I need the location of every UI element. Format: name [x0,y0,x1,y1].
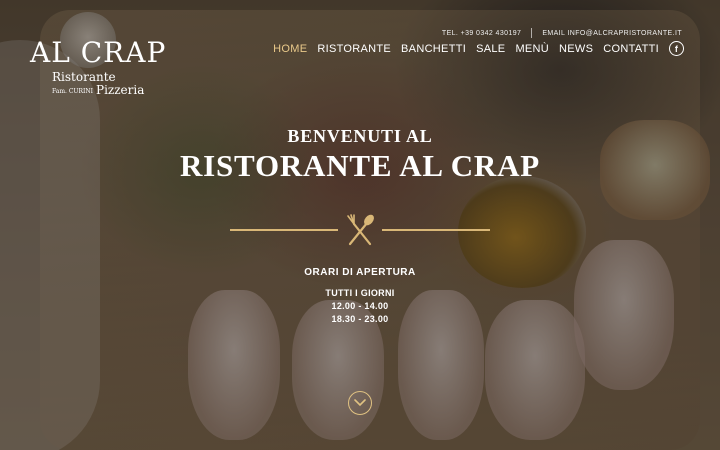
top-contacts: TEL. +39 0342 430197 EMAIL INFO@ALCRAPRI… [442,28,682,38]
nav-item-banchetti[interactable]: BANCHETTI [401,43,466,55]
fork-spoon-icon [347,214,374,246]
hero-welcome: BENVENUTI AL [287,126,433,146]
hero-title: RISTORANTE AL CRAP [179,148,541,183]
nav-item-news[interactable]: NEWS [559,43,593,55]
contacts-divider [531,28,533,38]
phone-contact[interactable]: TEL. +39 0342 430197 [442,30,521,37]
divider-line-right [382,229,490,231]
nav-item-menu[interactable]: MENÙ [515,43,549,55]
restaurant-logo[interactable]: AL CRAP Ristorante Fam. CURINI Pizzeria [30,12,170,97]
facebook-icon[interactable]: f [669,41,684,56]
opening-hours-lunch: 12.00 - 14.00 [331,301,389,311]
main-nav: HOME RISTORANTE BANCHETTI SALE MENÙ NEWS… [273,41,684,56]
email-contact[interactable]: EMAIL INFO@ALCRAPRISTORANTE.IT [542,30,682,37]
hero-divider [230,213,490,247]
logo-subtitle: Ristorante [52,70,116,84]
logo-pizzeria: Pizzeria [96,83,145,97]
scroll-down-button[interactable] [348,391,372,415]
opening-days: TUTTI I GIORNI [325,288,395,298]
nav-item-ristorante[interactable]: RISTORANTE [317,43,391,55]
chevron-down-icon [354,399,366,407]
nav-item-home[interactable]: HOME [273,43,307,55]
logo-name: AL CRAP [30,36,167,69]
nav-item-sale[interactable]: SALE [476,43,505,55]
nav-item-contatti[interactable]: CONTATTI [603,43,659,55]
divider-line-left [230,229,338,231]
opening-hours-title: ORARI DI APERTURA [304,267,416,278]
opening-hours-dinner: 18.30 - 23.00 [331,314,389,324]
logo-owner: Fam. CURINI [52,88,93,95]
